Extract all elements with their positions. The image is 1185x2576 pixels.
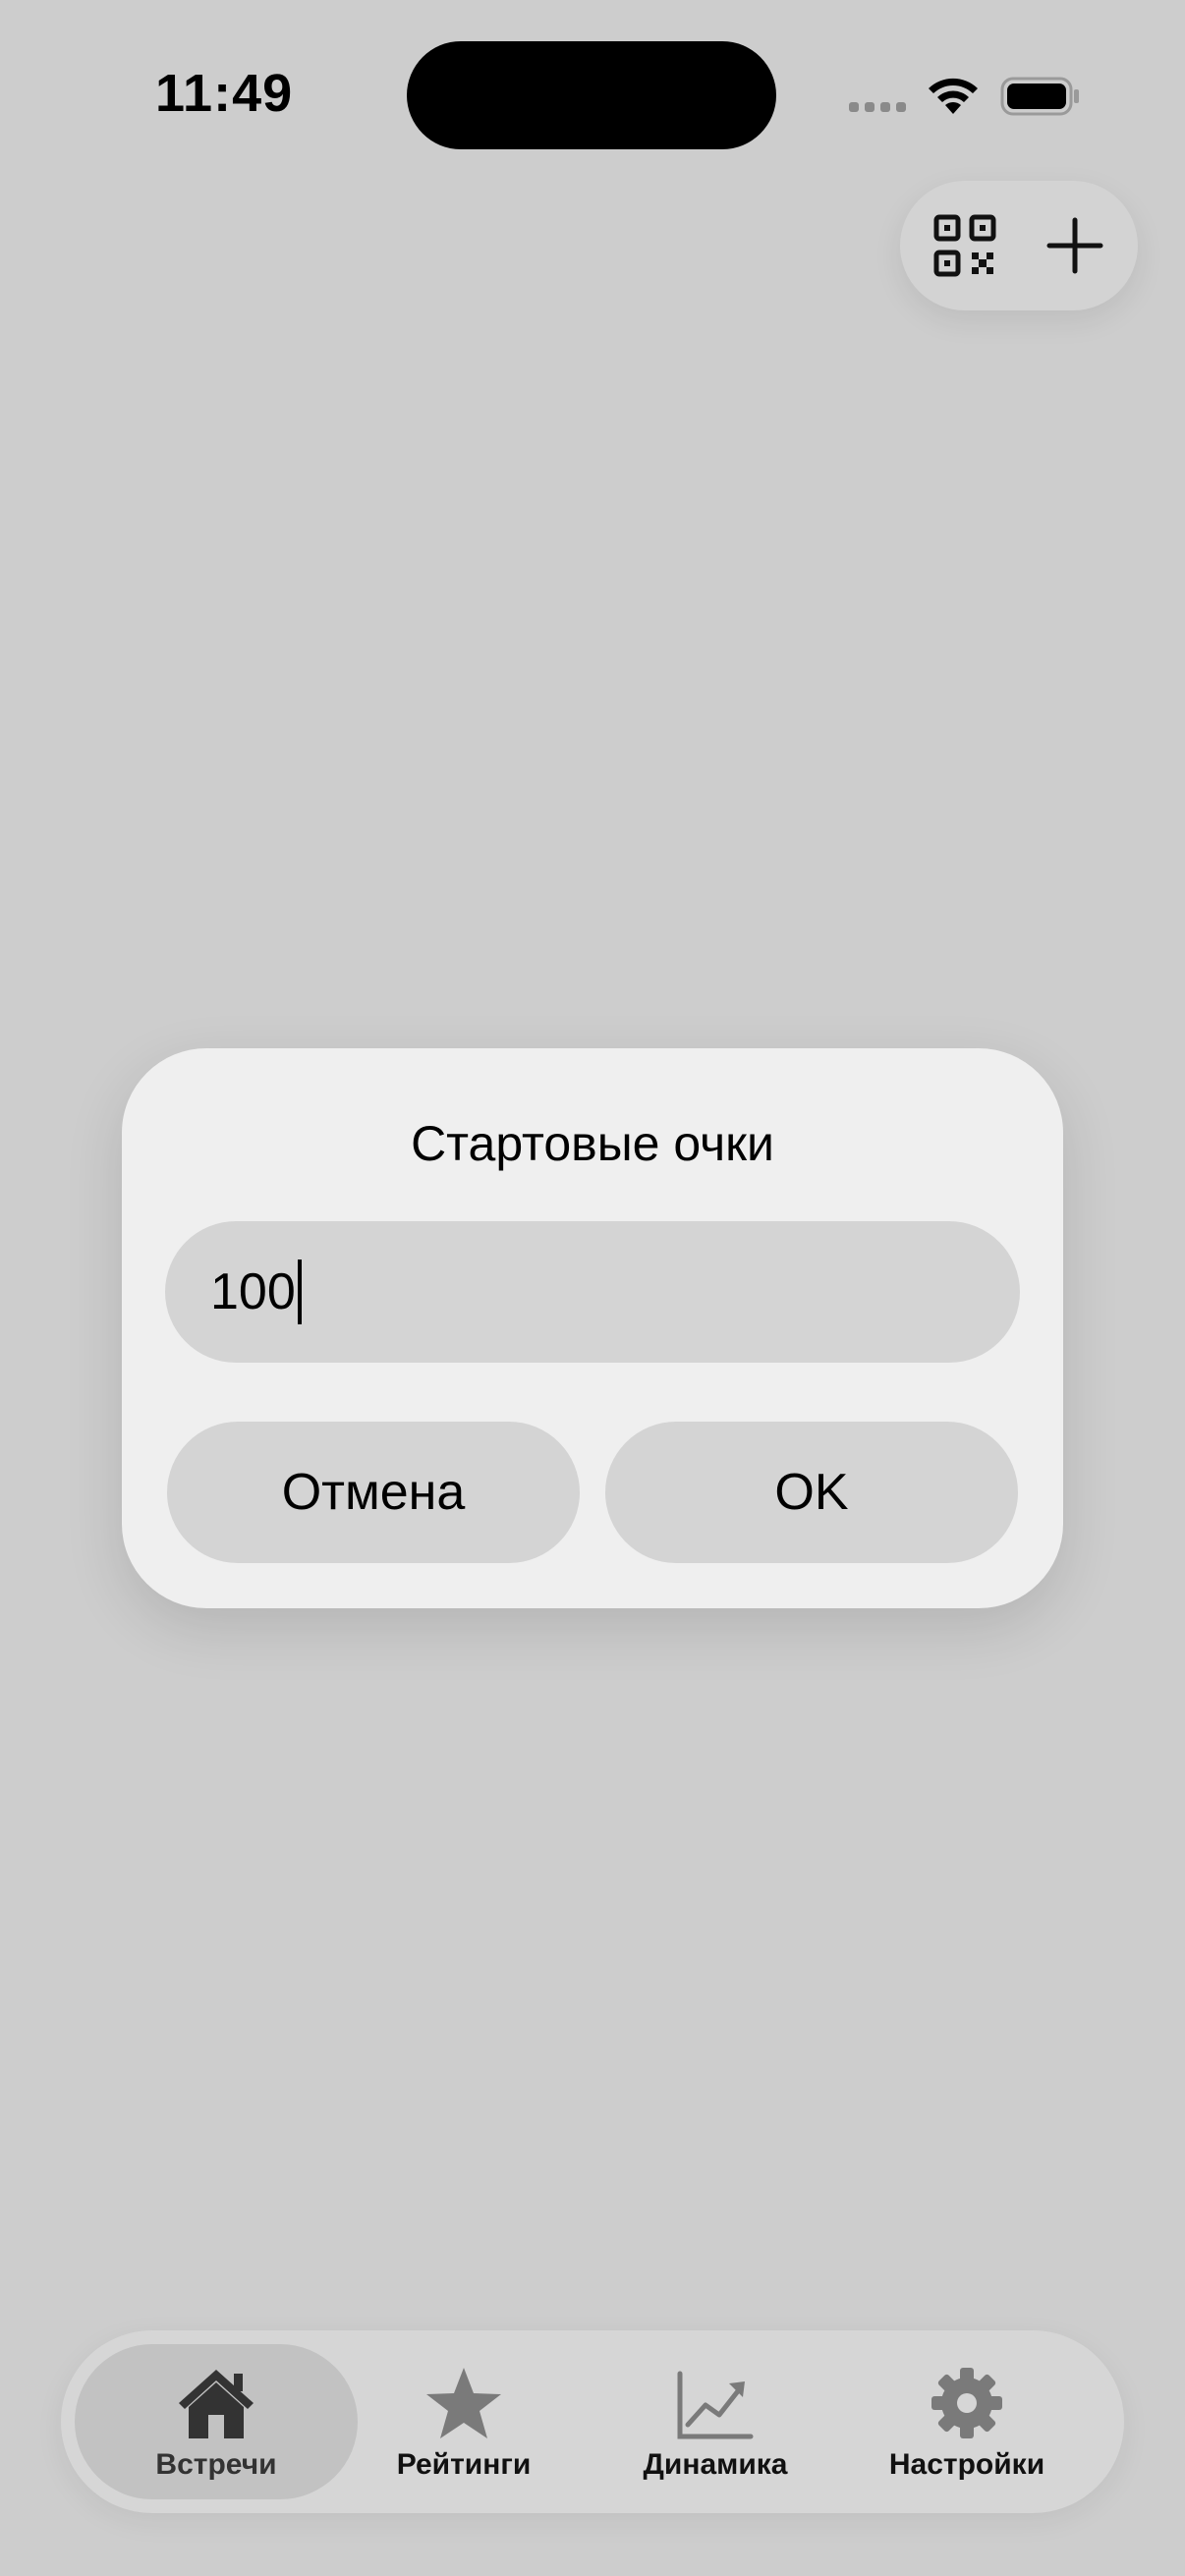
qr-code-button[interactable]: [928, 208, 1002, 283]
battery-icon: [1000, 75, 1081, 123]
status-bar: 11:49: [0, 0, 1185, 187]
tab-label: Встречи: [155, 2448, 277, 2481]
tab-label: Настройки: [888, 2448, 1045, 2481]
add-button[interactable]: [1038, 208, 1112, 283]
cellular-signal-icon: [849, 102, 906, 112]
tab-meetings[interactable]: Встречи: [75, 2344, 358, 2499]
cancel-button[interactable]: Отмена: [167, 1422, 580, 1563]
chart-line-icon: [676, 2362, 755, 2440]
qr-code-icon: [933, 214, 996, 277]
input-value: 100: [210, 1263, 296, 1320]
dynamic-island: [407, 41, 776, 149]
start-points-input[interactable]: 100: [165, 1221, 1020, 1363]
plus-icon: [1046, 217, 1103, 274]
top-actions-group: [900, 181, 1138, 310]
text-caret: [297, 1260, 302, 1324]
tab-settings[interactable]: Настройки: [839, 2344, 1095, 2499]
tab-label: Динамика: [643, 2448, 788, 2481]
dialog-title: Стартовые очки: [411, 1116, 774, 1171]
gear-icon: [930, 2362, 1004, 2440]
tab-bar: Встречи Рейтинги Динамика Настройки: [61, 2330, 1124, 2513]
wifi-icon: [926, 75, 981, 121]
status-time: 11:49: [155, 64, 294, 123]
house-icon: [175, 2362, 257, 2440]
start-points-dialog: Стартовые очки 100 Отмена OK: [122, 1048, 1063, 1608]
tab-ratings[interactable]: Рейтинги: [336, 2344, 592, 2499]
ok-button[interactable]: OK: [605, 1422, 1018, 1563]
tab-label: Рейтинги: [396, 2448, 532, 2481]
tab-dynamics[interactable]: Динамика: [588, 2344, 843, 2499]
star-icon: [424, 2362, 503, 2440]
